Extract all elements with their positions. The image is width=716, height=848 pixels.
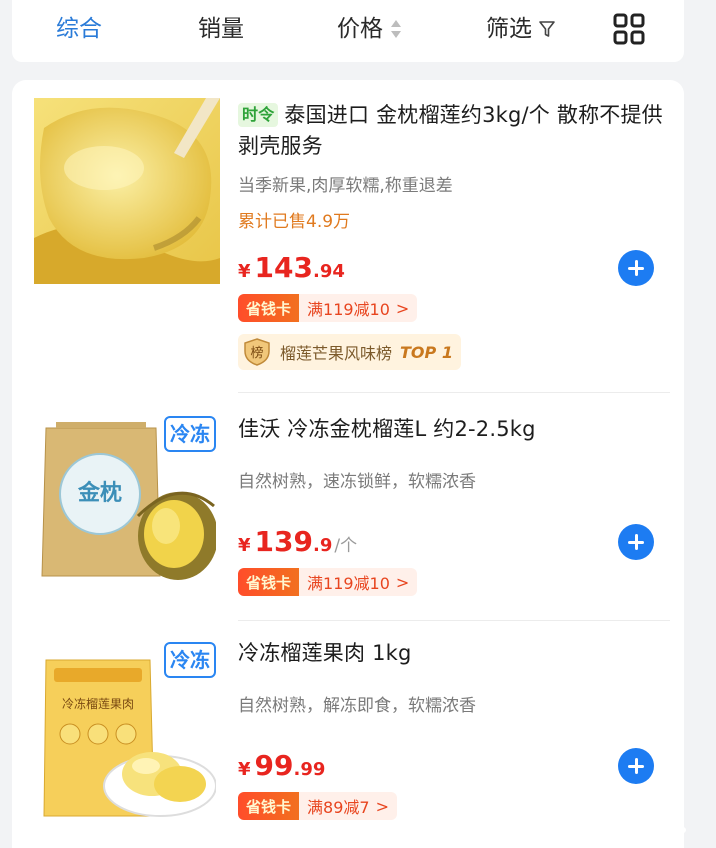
price-unit: /个 bbox=[334, 536, 358, 556]
product-item-3[interactable]: 冷冻榴莲果肉 冷冻 冷冻榴莲果肉 1kg 自然树熟，解冻即食，软糯浓香 ¥99.… bbox=[12, 622, 684, 848]
chevron-right-icon: > bbox=[395, 298, 410, 318]
tab-filter-label: 筛选 bbox=[486, 16, 532, 42]
package-brand-text: 金枕 bbox=[77, 480, 122, 506]
savings-card-label: 省钱卡 bbox=[238, 792, 300, 820]
currency-symbol: ¥ bbox=[238, 759, 251, 780]
tab-price[interactable]: 价格 bbox=[337, 14, 403, 44]
filter-funnel-icon bbox=[539, 21, 555, 37]
currency-symbol: ¥ bbox=[238, 535, 251, 556]
product-title[interactable]: 冷冻榴莲果肉 1kg bbox=[238, 638, 668, 669]
grid-view-icon[interactable] bbox=[612, 12, 646, 46]
product-subtitle: 当季新果,肉厚软糯,称重退差 bbox=[238, 176, 453, 196]
add-to-cart-button[interactable] bbox=[618, 250, 654, 286]
ranking-badge[interactable]: 榜 榴莲芒果风味榜 TOP 1 bbox=[238, 334, 461, 370]
ranking-icon-text: 榜 bbox=[250, 345, 263, 361]
ranking-label: 榴莲芒果风味榜 bbox=[280, 344, 393, 363]
add-to-cart-button[interactable] bbox=[618, 748, 654, 784]
chevron-right-icon: > bbox=[395, 572, 410, 592]
price-decimal: .9 bbox=[312, 535, 333, 556]
savings-card-label: 省钱卡 bbox=[238, 294, 300, 322]
product-subtitle: 自然树熟，速冻锁鲜，软糯浓香 bbox=[238, 472, 476, 492]
price-integer: 99 bbox=[254, 749, 294, 782]
divider bbox=[238, 620, 670, 621]
chevron-right-icon: > bbox=[375, 796, 389, 816]
coupon-deal-text: 满119减10 bbox=[307, 574, 390, 593]
product-subtitle: 自然树熟，解冻即食，软糯浓香 bbox=[238, 696, 476, 716]
seasonal-badge: 时令 bbox=[238, 103, 279, 127]
product-item-2[interactable]: 金枕 冷冻 佳沃 冷冻金枕榴莲L 约2-2.5kg 自然树熟，速冻锁鲜，软糯浓香… bbox=[12, 396, 684, 622]
coupon-tag[interactable]: 省钱卡 满119减10 > bbox=[238, 294, 418, 322]
coupon-deal: 满89减7 > bbox=[299, 792, 397, 820]
coupon-deal-text: 满119减10 bbox=[307, 300, 390, 319]
product-title[interactable]: 佳沃 冷冻金枕榴莲L 约2-2.5kg bbox=[238, 414, 668, 445]
tab-comprehensive-label: 综合 bbox=[56, 16, 102, 42]
product-title[interactable]: 时令 泰国进口 金枕榴莲约3kg/个 散称不提供剥壳服务 bbox=[238, 100, 668, 162]
product-price: ¥99.99 bbox=[238, 748, 325, 788]
coupon-tag[interactable]: 省钱卡 满89减7 > bbox=[238, 792, 397, 820]
coupon-deal: 满119减10 > bbox=[299, 568, 418, 596]
price-integer: 139 bbox=[254, 525, 313, 558]
product-price: ¥143.94 bbox=[238, 250, 345, 290]
price-decimal: .94 bbox=[312, 261, 345, 282]
product-title-text: 泰国进口 金枕榴莲约3kg/个 散称不提供剥壳服务 bbox=[238, 103, 663, 158]
product-list: 时令 泰国进口 金枕榴莲约3kg/个 散称不提供剥壳服务 当季新果,肉厚软糯,称重… bbox=[12, 80, 684, 848]
product-image-durian-pulp[interactable] bbox=[34, 98, 220, 284]
savings-card-label: 省钱卡 bbox=[238, 568, 300, 596]
price-decimal: .99 bbox=[293, 759, 326, 780]
tab-sales[interactable]: 销量 bbox=[198, 14, 244, 44]
coupon-tag[interactable]: 省钱卡 满119减10 > bbox=[238, 568, 418, 596]
price-integer: 143 bbox=[254, 251, 313, 284]
divider bbox=[238, 392, 670, 393]
pagination-dots bbox=[582, 827, 686, 833]
frozen-badge: 冷冻 bbox=[164, 642, 216, 678]
product-price: ¥139.9/个 bbox=[238, 524, 357, 564]
sort-bar: 综合 销量 价格 筛选 bbox=[12, 0, 684, 62]
tab-price-label: 价格 bbox=[337, 16, 383, 42]
add-to-cart-button[interactable] bbox=[618, 524, 654, 560]
sort-updown-icon bbox=[391, 20, 401, 38]
ranking-shield-icon: 榜 bbox=[244, 338, 270, 366]
sold-count: 累计已售4.9万 bbox=[238, 212, 351, 232]
tab-sales-label: 销量 bbox=[198, 16, 244, 42]
coupon-deal-text: 满89减7 bbox=[307, 798, 370, 817]
tab-filter[interactable]: 筛选 bbox=[486, 14, 556, 44]
ranking-position: TOP 1 bbox=[400, 342, 453, 362]
frozen-badge: 冷冻 bbox=[164, 416, 216, 452]
package-label-text: 冷冻榴莲果肉 bbox=[62, 696, 134, 711]
product-item-1[interactable]: 时令 泰国进口 金枕榴莲约3kg/个 散称不提供剥壳服务 当季新果,肉厚软糯,称重… bbox=[12, 80, 684, 396]
currency-symbol: ¥ bbox=[238, 261, 251, 282]
tab-comprehensive[interactable]: 综合 bbox=[56, 14, 102, 44]
coupon-deal: 满119减10 > bbox=[299, 294, 418, 322]
